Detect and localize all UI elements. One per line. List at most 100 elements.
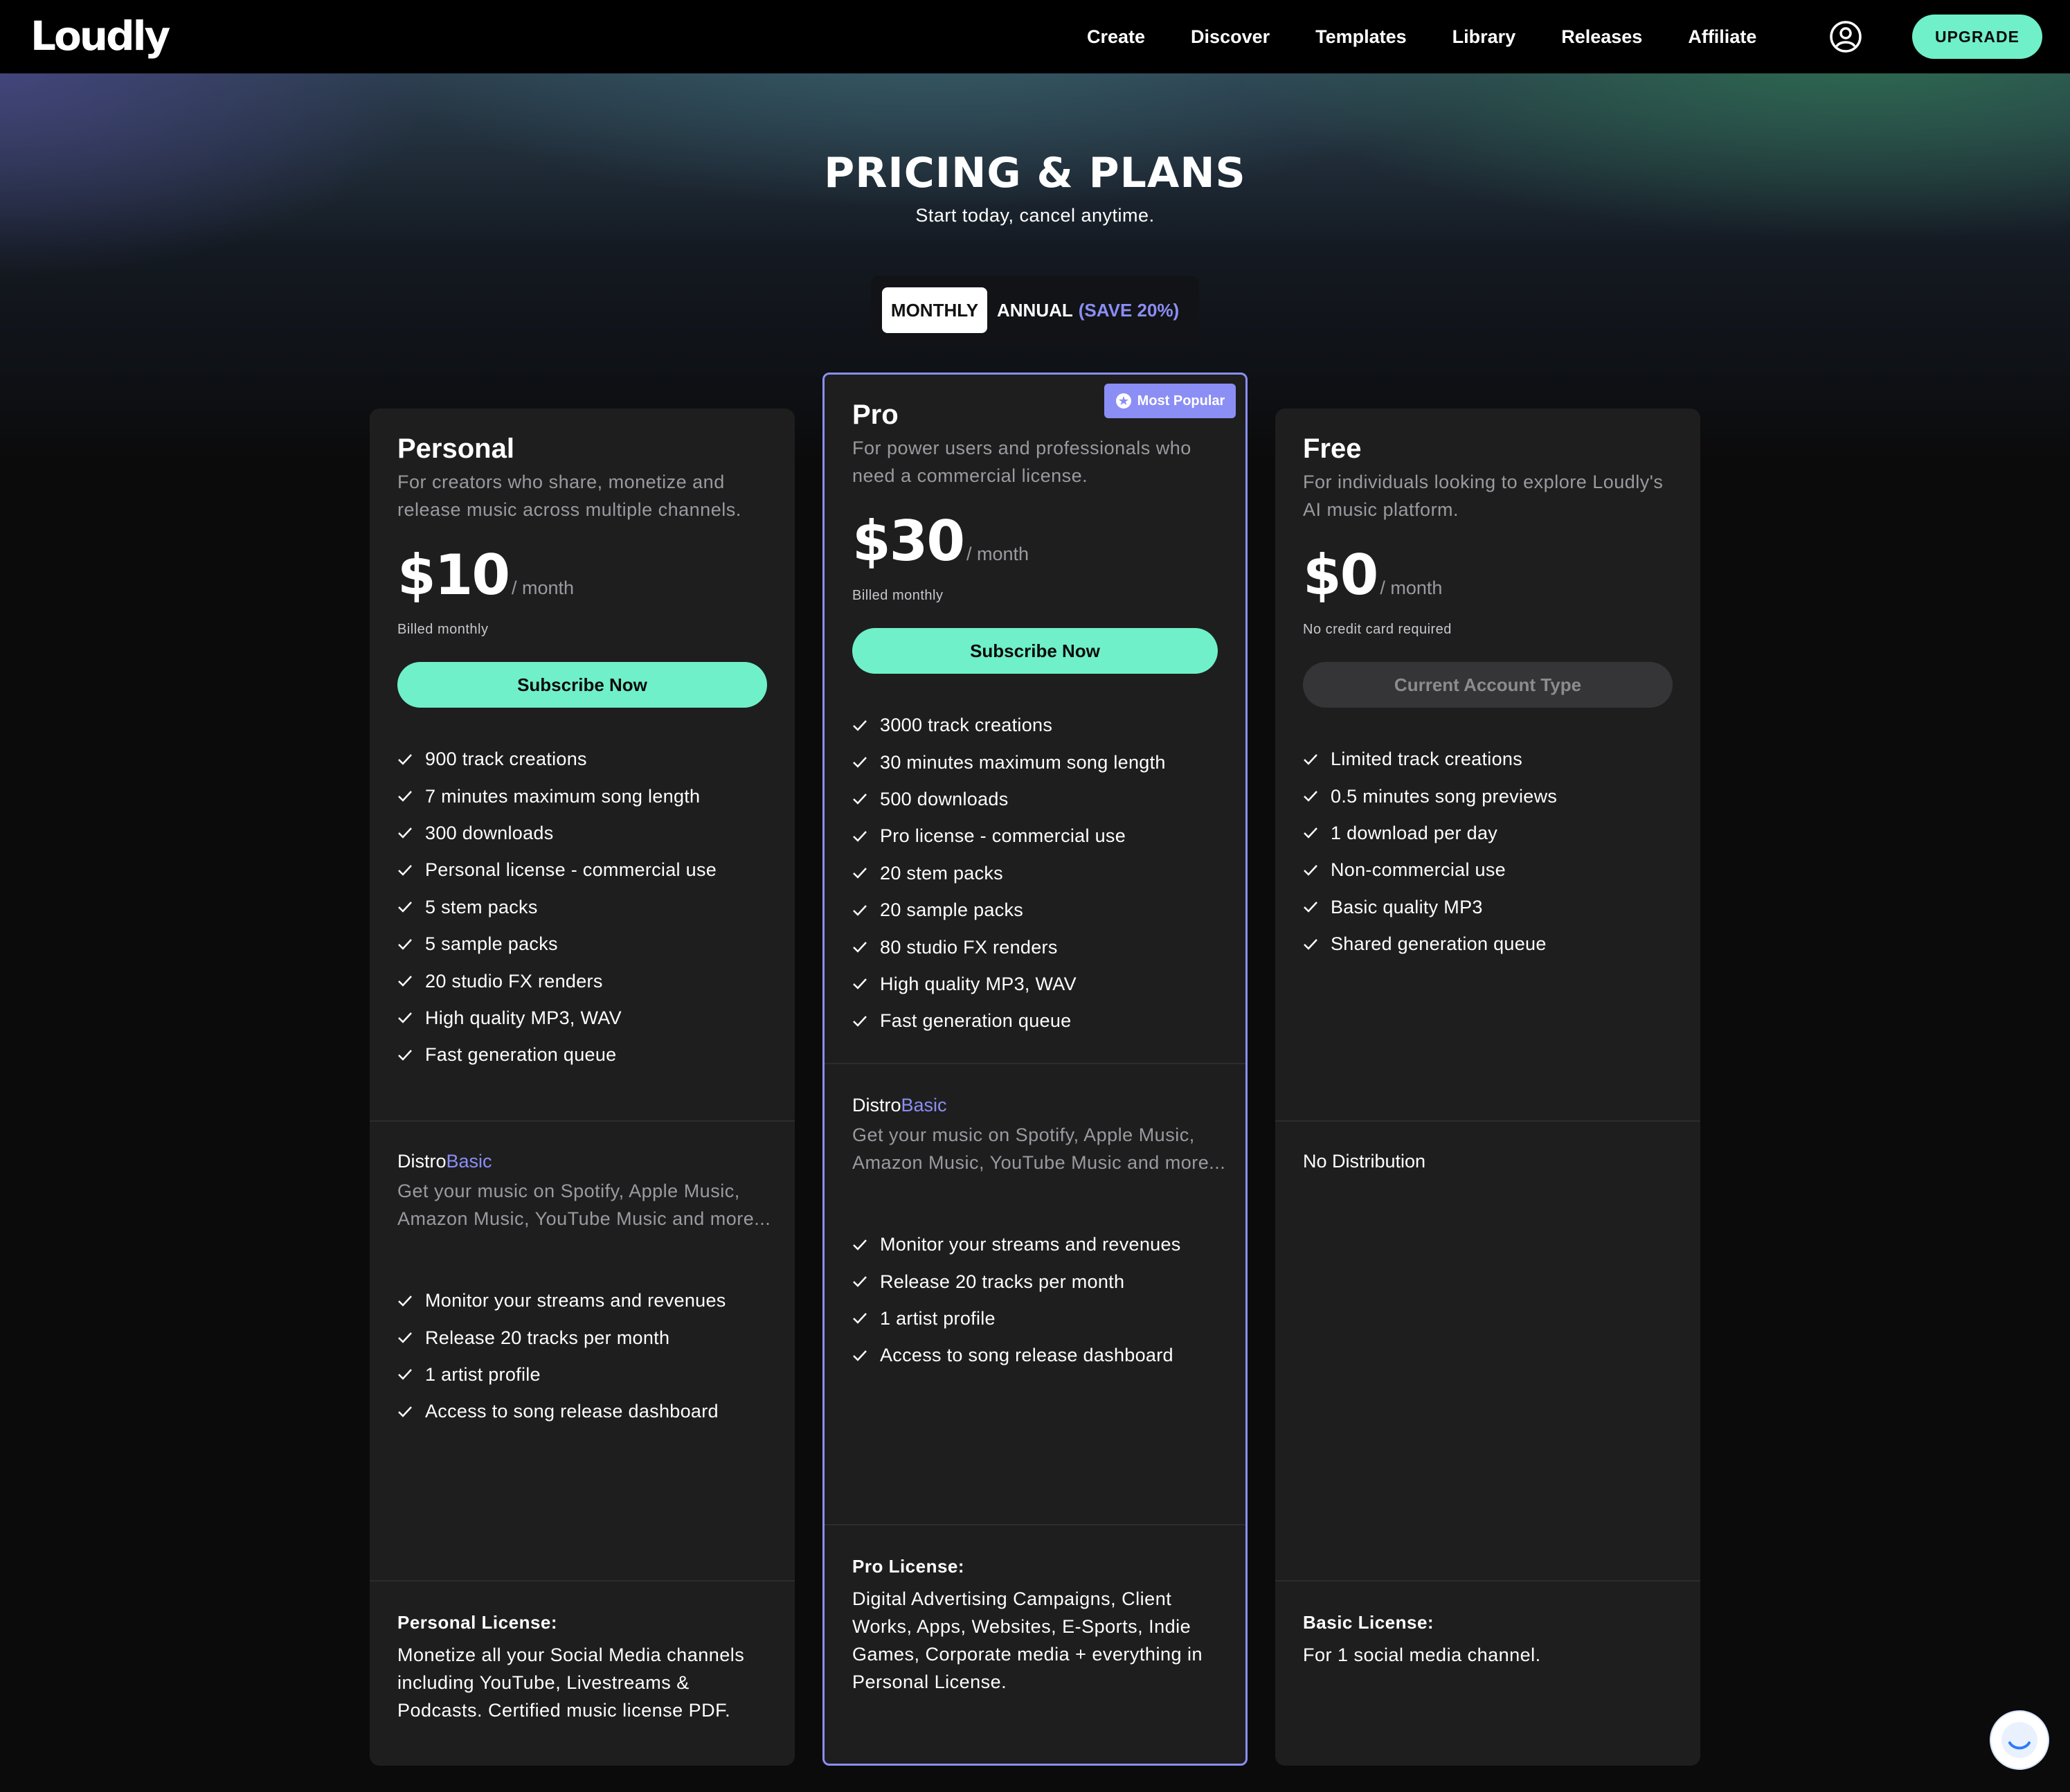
- check-icon: [398, 1012, 412, 1024]
- price-unit: / month: [512, 577, 575, 598]
- annual-save-label: (SAVE 20%): [1078, 299, 1180, 321]
- loudly-logo[interactable]: Loudly: [30, 12, 170, 60]
- distro-feature-item: 1 artist profile: [852, 1300, 1181, 1337]
- check-icon: [398, 865, 412, 876]
- feature-item: 5 sample packs: [397, 926, 717, 962]
- feature-item: 500 downloads: [852, 781, 1166, 818]
- feature-item: 0.5 minutes song previews: [1303, 778, 1557, 814]
- chat-support-button[interactable]: [1991, 1712, 2048, 1768]
- distro-description: Get your music on Spotify, Apple Music, …: [852, 1125, 1226, 1173]
- plan-description: For power users and professionals who ne…: [852, 438, 1191, 486]
- check-icon: [1304, 865, 1317, 876]
- plan-price: $10 / month: [397, 543, 574, 607]
- distro-title: DistroBasic: [852, 1095, 947, 1115]
- check-icon: [398, 938, 412, 950]
- price-unit: / month: [966, 544, 1029, 564]
- check-icon: [853, 1350, 867, 1361]
- feature-item: 1 download per day: [1303, 815, 1557, 852]
- nav-link-affiliate[interactable]: Affiliate: [1688, 26, 1756, 48]
- plan-price: $30 / month: [852, 509, 1029, 573]
- section-divider: [370, 1120, 795, 1122]
- distro-feature-list: Monitor your streams and revenues Releas…: [397, 1282, 726, 1431]
- feature-item: Personal license - commercial use: [397, 852, 717, 888]
- check-icon: [853, 831, 867, 842]
- feature-item: 900 track creations: [397, 741, 717, 778]
- check-icon: [853, 794, 867, 805]
- check-icon: [853, 978, 867, 990]
- section-divider: [370, 1580, 795, 1582]
- feature-item: 80 studio FX renders: [852, 929, 1166, 965]
- license-description: Monetize all your Social Media channels …: [397, 1645, 745, 1721]
- check-icon: [853, 1239, 867, 1251]
- price-unit: / month: [1380, 577, 1443, 598]
- section-divider: [825, 1524, 1245, 1525]
- check-icon: [398, 1406, 412, 1417]
- feature-item: 30 minutes maximum song length: [852, 744, 1166, 780]
- feature-item: Shared generation queue: [1303, 926, 1557, 962]
- annual-toggle-option[interactable]: ANNUAL (SAVE 20%): [997, 300, 1179, 321]
- feature-item: Non-commercial use: [1303, 852, 1557, 888]
- distro-title: DistroBasic: [397, 1151, 492, 1172]
- check-icon: [853, 904, 867, 916]
- current-account-type-button: Current Account Type: [1303, 662, 1673, 708]
- check-icon: [853, 1313, 867, 1325]
- section-divider: [1275, 1580, 1700, 1582]
- feature-item: 3000 track creations: [852, 707, 1166, 744]
- distro-feature-item: Monitor your streams and revenues: [852, 1226, 1181, 1263]
- feature-item: 7 minutes maximum song length: [397, 778, 717, 814]
- no-distribution-label: No Distribution: [1303, 1151, 1426, 1172]
- distro-description: Get your music on Spotify, Apple Music, …: [397, 1181, 771, 1229]
- top-navbar: Loudly Create Discover Templates Library…: [0, 0, 2070, 73]
- chat-smile-icon: [2001, 1722, 2037, 1758]
- license-title: Pro License:: [852, 1556, 965, 1577]
- feature-list: Limited track creations 0.5 minutes song…: [1303, 741, 1557, 962]
- subscribe-button[interactable]: Subscribe Now: [397, 662, 767, 708]
- user-circle-icon[interactable]: [1829, 20, 1862, 53]
- distro-feature-list: Monitor your streams and revenues Releas…: [852, 1226, 1181, 1374]
- distro-feature-item: Release 20 tracks per month: [397, 1319, 726, 1356]
- check-icon: [398, 1295, 412, 1307]
- billing-note: Billed monthly: [852, 588, 944, 603]
- feature-item: 20 studio FX renders: [397, 962, 717, 999]
- section-divider: [1275, 1120, 1700, 1122]
- license-description: For 1 social media channel.: [1303, 1645, 1541, 1665]
- nav-link-templates[interactable]: Templates: [1315, 26, 1407, 48]
- price-amount: $10: [397, 543, 510, 607]
- nav-link-library[interactable]: Library: [1452, 26, 1516, 48]
- check-icon: [1304, 938, 1317, 950]
- nav-link-discover[interactable]: Discover: [1191, 26, 1270, 48]
- billing-note: No credit card required: [1303, 622, 1452, 637]
- feature-item: Fast generation queue: [852, 1003, 1166, 1039]
- feature-item: 20 sample packs: [852, 892, 1166, 929]
- section-divider: [825, 1063, 1245, 1064]
- subscribe-button[interactable]: Subscribe Now: [852, 628, 1218, 674]
- license-description: Digital Advertising Campaigns, Client Wo…: [852, 1588, 1203, 1692]
- feature-item: Pro license - commercial use: [852, 818, 1166, 854]
- plan-description: For individuals looking to explore Loudl…: [1303, 472, 1664, 520]
- feature-item: High quality MP3, WAV: [852, 966, 1166, 1003]
- check-icon: [398, 827, 412, 839]
- check-icon: [853, 1015, 867, 1027]
- check-icon: [398, 1369, 412, 1381]
- distro-feature-item: 1 artist profile: [397, 1356, 726, 1393]
- feature-item: Basic quality MP3: [1303, 889, 1557, 926]
- nav-link-create[interactable]: Create: [1087, 26, 1145, 48]
- monthly-toggle-option[interactable]: MONTHLY: [882, 287, 987, 333]
- feature-item: High quality MP3, WAV: [397, 1000, 717, 1037]
- feature-item: 20 stem packs: [852, 855, 1166, 892]
- upgrade-button[interactable]: UPGRADE: [1912, 15, 2042, 59]
- check-icon: [1304, 827, 1317, 839]
- plan-name: Pro: [852, 400, 899, 430]
- feature-item: Fast generation queue: [397, 1037, 717, 1073]
- star-circle-icon: [1115, 393, 1131, 409]
- check-icon: [398, 1332, 412, 1343]
- nav-link-releases[interactable]: Releases: [1561, 26, 1642, 48]
- plan-card-free: Free For individuals looking to explore …: [1275, 409, 1700, 1766]
- check-icon: [1304, 902, 1317, 913]
- billing-note: Billed monthly: [397, 622, 489, 637]
- feature-item: 300 downloads: [397, 815, 717, 852]
- distro-feature-item: Monitor your streams and revenues: [397, 1282, 726, 1319]
- plan-description: For creators who share, monetize and rel…: [397, 472, 741, 520]
- check-icon: [853, 757, 867, 768]
- plan-price: $0 / month: [1303, 543, 1442, 607]
